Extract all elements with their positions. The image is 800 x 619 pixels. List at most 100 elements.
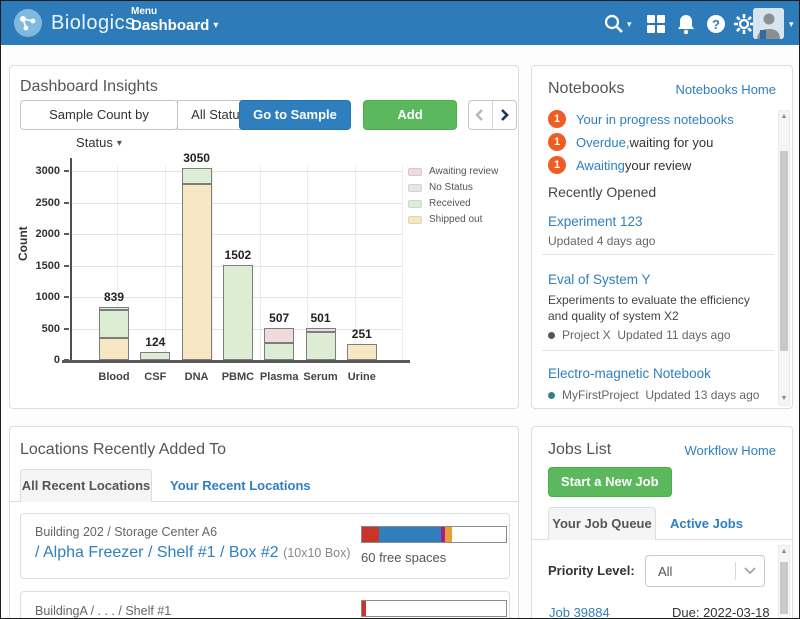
chart-legend: Awaiting reviewNo StatusReceivedShipped … (408, 166, 498, 230)
x-axis-line (62, 360, 410, 363)
count-badge: 1 (548, 133, 566, 151)
counter-text: waiting for you (629, 135, 713, 150)
bar-segment-received (99, 310, 129, 338)
priority-level-select[interactable]: All (645, 555, 765, 587)
capacity-bar (361, 600, 507, 617)
jobs-title: Jobs List (548, 441, 611, 459)
y-axis-tick-label: 1000 (20, 291, 60, 303)
bar-segment-received (182, 168, 212, 184)
tab-your-job-queue[interactable]: Your Job Queue (548, 507, 656, 540)
notebook-entry-description: Experiments to evaluate the efficiency a… (548, 292, 768, 324)
search-caret-icon[interactable]: ▾ (627, 19, 632, 30)
product-menu[interactable]: Menu Dashboard▾ (131, 6, 218, 35)
legend-entry: No Status (408, 182, 498, 193)
app-title: Biologics (51, 1, 136, 45)
count-badge: 1 (548, 156, 566, 174)
location-card[interactable]: Building 202 / Storage Center A6 / Alpha… (20, 513, 510, 579)
search-icon[interactable] (603, 13, 625, 35)
bar-total-label: 251 (332, 327, 392, 341)
job-due-date: Due: 2022-03-18 (672, 605, 770, 619)
tab-active-jobs[interactable]: Active Jobs (670, 516, 743, 531)
apps-grid-icon[interactable] (645, 13, 667, 35)
location-path-prefix: BuildingA / . . . / Shelf #1 (35, 604, 171, 618)
y-axis-tick (64, 233, 69, 235)
scroll-up-icon[interactable]: ▲ (779, 546, 789, 558)
y-axis-tick (64, 328, 69, 330)
project-bullet-icon (548, 392, 555, 399)
locations-panel: Locations Recently Added To All Recent L… (9, 426, 519, 619)
capacity-segment (379, 527, 441, 542)
y-axis-tick-label: 1500 (20, 260, 60, 272)
bar-total-label: 1502 (208, 248, 268, 262)
notebook-entry-updated: Updated 4 days ago (548, 234, 655, 248)
notifications-bell-icon[interactable] (675, 13, 697, 35)
project-name: Project X (562, 328, 611, 342)
scroll-up-icon[interactable]: ▲ (779, 111, 789, 123)
capacity-bar (361, 526, 507, 543)
notebook-entry-link[interactable]: Eval of System Y (548, 272, 651, 287)
notebook-counter-in-progress[interactable]: 1 Your in progress notebooks (548, 110, 734, 128)
bar-total-label: 501 (291, 311, 351, 325)
notebook-entry-link[interactable]: Experiment 123 (548, 214, 643, 229)
scrollbar-thumb[interactable] (780, 562, 788, 614)
locations-title: Locations Recently Added To (20, 441, 226, 459)
bar-total-label: 3050 (167, 151, 227, 165)
settings-gear-icon[interactable] (733, 13, 755, 35)
y-axis-tick (64, 202, 69, 204)
dashboard-insights-panel: Dashboard Insights Sample Count by Statu… (9, 65, 519, 409)
count-badge: 1 (548, 110, 566, 128)
scroll-down-icon[interactable]: ▼ (779, 393, 789, 405)
counter-text: your review (625, 158, 691, 173)
avatar-silhouette-icon (753, 8, 784, 39)
tab-your-recent-locations[interactable]: Your Recent Locations (170, 478, 311, 493)
chevron-down-icon: ▾ (213, 20, 218, 31)
counter-link[interactable]: Overdue, (576, 135, 629, 150)
legend-entry: Shipped out (408, 214, 498, 225)
notebooks-home-link[interactable]: Notebooks Home (676, 82, 776, 97)
y-axis-line (70, 158, 72, 360)
y-axis-tick-label: 3000 (20, 165, 60, 177)
y-axis-tick-label: 2000 (20, 228, 60, 240)
workflow-home-link[interactable]: Workflow Home (684, 443, 776, 458)
notebook-entry-link[interactable]: Electro-magnetic Notebook (548, 366, 711, 381)
user-avatar[interactable] (753, 8, 784, 39)
jobs-scrollbar[interactable]: ▲ (778, 545, 790, 619)
job-link[interactable]: Job 39884 (549, 605, 610, 619)
svg-text:?: ? (712, 17, 720, 32)
top-navigation-bar: Biologics Menu Dashboard▾ ▾ ? (1, 1, 799, 45)
y-axis-tick-label: 500 (20, 323, 60, 335)
gridline (70, 203, 402, 204)
biologics-logo-icon[interactable] (13, 8, 43, 38)
notebook-entry-meta: Project X Updated 11 days ago (548, 328, 731, 342)
biologics-dashboard-page: Biologics Menu Dashboard▾ ▾ ? (0, 0, 800, 619)
recently-opened-label: Recently Opened (548, 184, 656, 200)
notebook-counter-awaiting-review[interactable]: 1 Awaiting your review (548, 156, 691, 174)
location-box-size: (10x10 Box) (283, 546, 350, 560)
help-icon[interactable]: ? (705, 13, 727, 35)
tab-all-recent-locations[interactable]: All Recent Locations (20, 469, 152, 502)
legend-label: Received (429, 198, 471, 209)
counter-link[interactable]: Awaiting (576, 158, 625, 173)
menu-label: Menu (131, 6, 218, 17)
legend-swatch (408, 200, 422, 208)
location-link[interactable]: / Alpha Freezer / Shelf #1 / Box #2 (10x… (35, 544, 351, 562)
bar-segment-received (264, 343, 294, 360)
updated-text: Updated 11 days ago (617, 328, 730, 342)
divider (542, 350, 774, 351)
location-card[interactable]: BuildingA / . . . / Shelf #1 (20, 591, 510, 619)
user-menu-caret-icon[interactable]: ▾ (789, 19, 794, 30)
legend-swatch (408, 184, 422, 192)
divider (542, 254, 774, 255)
gridline (212, 166, 213, 360)
chevron-down-icon (736, 562, 764, 580)
start-new-job-button[interactable]: Start a New Job (548, 467, 672, 497)
counter-link[interactable]: Your in progress notebooks (576, 112, 734, 127)
legend-label: No Status (429, 182, 473, 193)
notebook-counter-overdue[interactable]: 1 Overdue, waiting for you (548, 133, 713, 151)
notebooks-scrollbar[interactable]: ▲ ▼ (778, 110, 790, 406)
scrollbar-thumb[interactable] (780, 151, 788, 351)
location-link-text[interactable]: / Alpha Freezer / Shelf #1 / Box #2 (35, 544, 279, 561)
priority-selected-value: All (646, 564, 735, 579)
capacity-segment (362, 527, 379, 542)
notebooks-panel: Notebooks Notebooks Home 1 Your in progr… (531, 65, 793, 409)
